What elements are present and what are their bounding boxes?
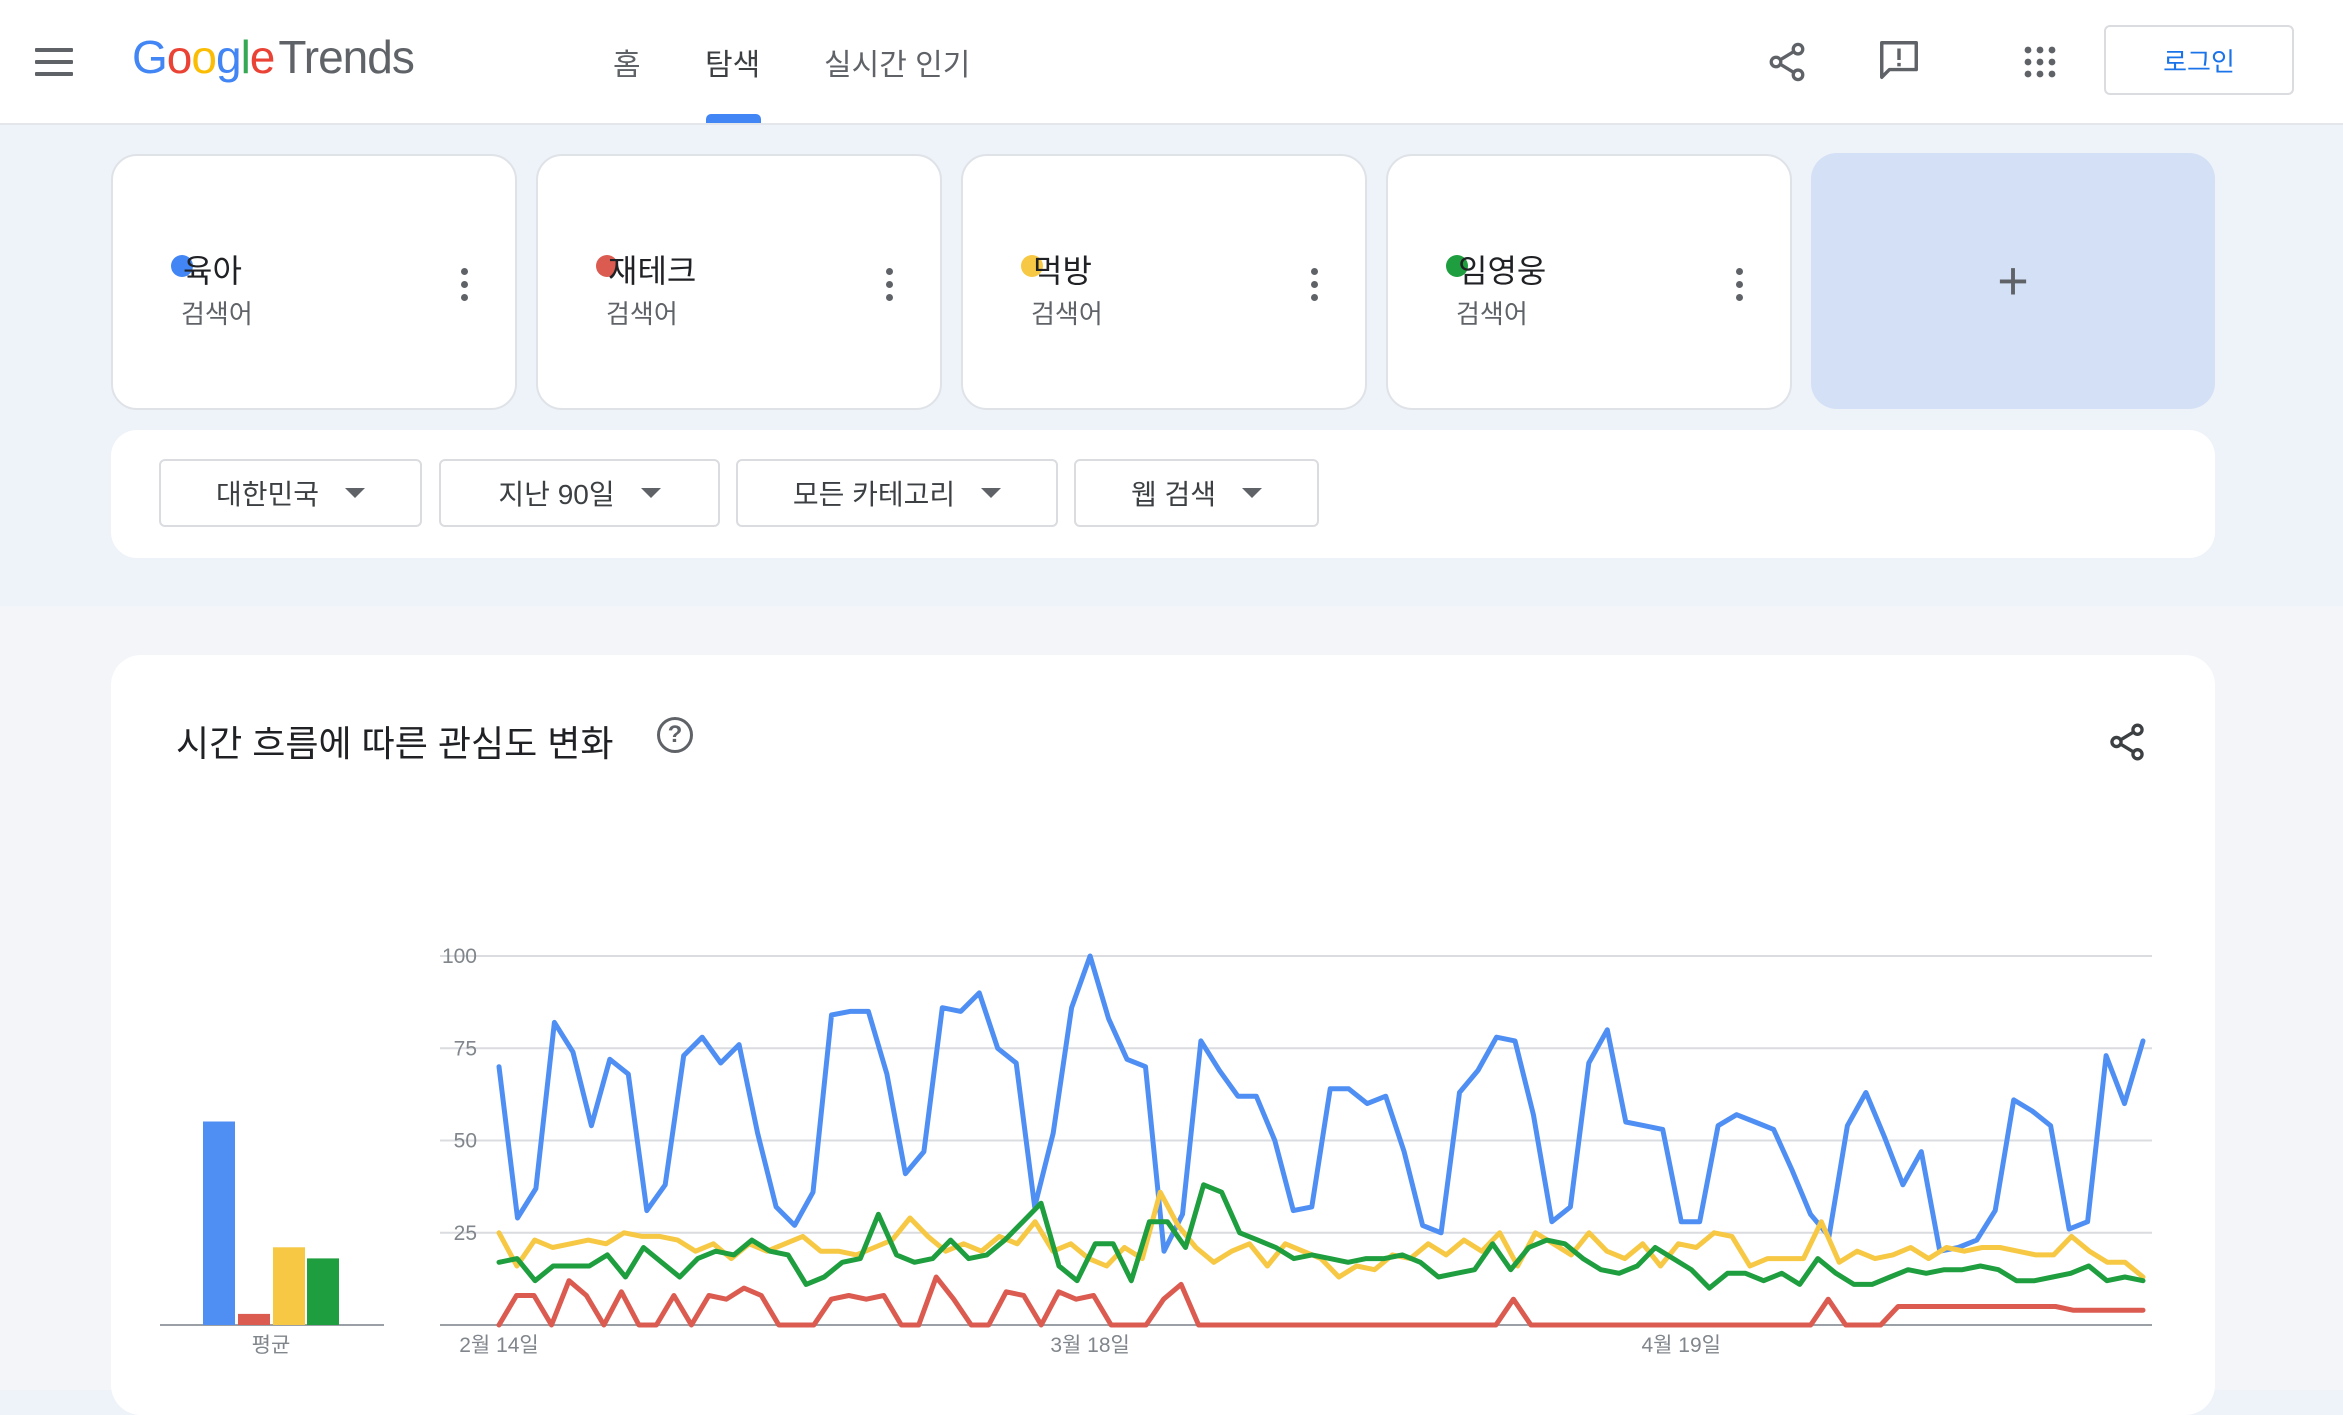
x-tick-label: 4월 19일 bbox=[1641, 1334, 1721, 1357]
average-bar bbox=[238, 1313, 270, 1325]
y-tick-label: 50 bbox=[454, 1130, 477, 1153]
average-bar bbox=[273, 1247, 305, 1325]
series-line bbox=[496, 1189, 2146, 1280]
average-label: 평균 bbox=[252, 1334, 291, 1357]
y-tick-label: 75 bbox=[454, 1037, 477, 1060]
average-bar bbox=[203, 1121, 235, 1325]
series-line bbox=[496, 1182, 2146, 1291]
y-tick-label: 25 bbox=[454, 1222, 477, 1245]
series-line bbox=[496, 1274, 2146, 1328]
series-line bbox=[496, 953, 2146, 1254]
x-tick-label: 3월 18일 bbox=[1050, 1334, 1130, 1357]
x-tick-label: 2월 14일 bbox=[459, 1334, 539, 1357]
average-bar bbox=[307, 1258, 339, 1325]
interest-over-time-chart[interactable]: 평균 25 50 75 100 2월 14일 3월 18일 4월 19일 bbox=[0, 0, 2343, 1390]
y-tick-label: 100 bbox=[442, 945, 477, 968]
